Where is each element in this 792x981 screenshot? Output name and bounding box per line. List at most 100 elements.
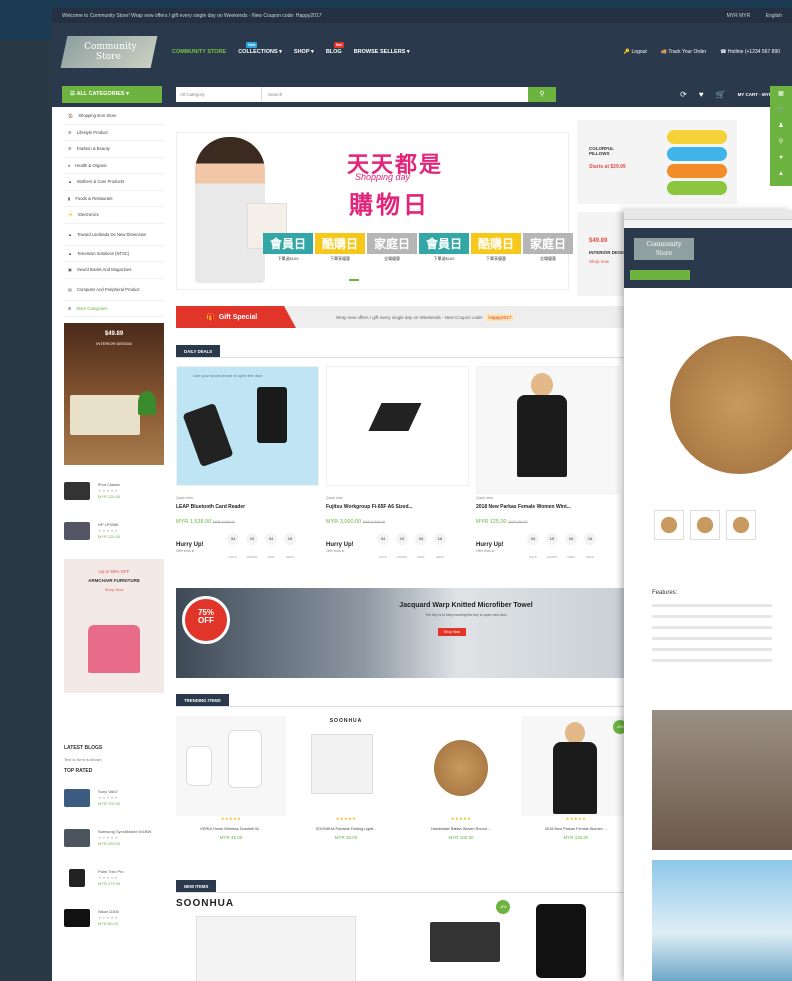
hero-banner[interactable]: 天天都是 Shopping day 購物日 會員日 下單送$100 酷購日 下單享優… <box>176 132 573 290</box>
trending-heading: TRENDING ITEMS <box>176 694 229 706</box>
search-icon[interactable]: ⚲ <box>770 134 792 150</box>
more-categories-link[interactable]: ⊞ More Categories <box>64 301 164 317</box>
sidebar: 🏠 Shopping Item Store ⚙ Lifestyle Product … <box>64 108 164 938</box>
product-image: SOONHUA <box>291 716 401 816</box>
menu-item[interactable]: ⚡ Electronics <box>64 207 164 224</box>
product-image <box>326 366 469 486</box>
product-card[interactable]: SOONHUA ★★★★★ SOONHUA Portable Folding L… <box>291 716 401 840</box>
mini-categories <box>630 270 690 280</box>
menu-item[interactable]: 🏠 Shopping Item Store <box>64 108 164 125</box>
promo-price: $49.89 <box>104 331 124 337</box>
product-image: -8% <box>521 716 631 816</box>
search-input[interactable]: Search <box>262 92 528 97</box>
header: Community Store COMMUNITY STORE New COLLE… <box>52 23 792 81</box>
menu-item[interactable]: ▲ Television Solutions (NTSC) <box>64 246 164 262</box>
product-image <box>406 716 516 816</box>
countdown: Hurry Up! Offer ends in: 34 DAYS 15 HOURS 3… <box>326 533 469 563</box>
menu-item[interactable]: ▮ Foods & Restaurant <box>64 191 164 207</box>
gift-special-label: 🎁 Gift Special <box>176 306 296 328</box>
top-bar: Welcome to Community Store! Wrap new off… <box>52 8 792 23</box>
compare-icon[interactable]: ⟳ <box>680 90 687 99</box>
shop-now-link[interactable]: Shop Now <box>64 587 164 592</box>
menu-item[interactable]: ▲ Toward Lambada De New Dimension <box>64 224 164 246</box>
heart-icon[interactable]: ♥ <box>699 90 704 99</box>
interior-design-promo[interactable]: $49.89 INTERIOR DESIGN <box>64 323 164 465</box>
menu-item[interactable]: ⚙ Fashion & Beauty <box>64 141 164 158</box>
product-image <box>476 366 619 494</box>
rated-product[interactable]: Sony VAIO ★★★★★ MYR 700.00 <box>64 778 164 818</box>
hotline: ☎ Hotline (+1234 567 890 <box>720 49 780 55</box>
logout-link[interactable]: 🔑 Logout <box>624 49 647 55</box>
arrow-up-icon[interactable]: ▲ <box>770 166 792 182</box>
deal-card[interactable]: Quick view 2018 New Parkas Female Women … <box>476 366 619 563</box>
thumbnail-strip <box>654 510 762 540</box>
slider-dot[interactable] <box>349 279 359 281</box>
day-tile: 家庭日 全場優惠 <box>367 233 417 267</box>
gift-message: Wrap new offers / gift every single day … <box>336 313 514 321</box>
thumbnail[interactable] <box>654 510 684 540</box>
nav-community-store[interactable]: COMMUNITY STORE <box>172 49 226 55</box>
language-select[interactable]: English <box>766 13 782 19</box>
logo[interactable]: Community Store <box>60 36 158 68</box>
search-icon[interactable]: ⚲ <box>528 86 556 102</box>
menu-item[interactable]: ▲ Mothers & Care Products <box>64 174 164 191</box>
cart-icon[interactable]: 🛒 <box>770 102 792 118</box>
daily-deals-heading: DAILY DEALS <box>176 345 221 357</box>
table-image <box>70 395 140 435</box>
day-tile: 家庭日 全場優惠 <box>523 233 573 267</box>
rattan-bag-image <box>664 330 792 480</box>
category-select[interactable]: All Category <box>176 86 262 102</box>
towel-subtitle: The key is to keep working the key to op… <box>425 613 507 617</box>
search-row: ☰ ALL CATEGORIES ▾ All Category Search ⚲… <box>52 81 792 107</box>
product-thumbnail <box>64 522 90 540</box>
nav-collections[interactable]: New COLLECTIONS ▾ <box>238 42 282 55</box>
day-tile: 會員日 下單送$100 <box>263 233 313 267</box>
nav-blog[interactable]: Hot BLOG <box>326 42 344 55</box>
sidebar-product[interactable]: iPod Classic ★★★★★ MYR 120.00 <box>64 471 164 511</box>
countdown: Hurry Up! Offer ends in: 34 DAYS 15 HOURS 3… <box>176 533 319 563</box>
product-card[interactable]: -8% ★★★★★ 2018 New Parkas Female Women .… <box>521 716 631 840</box>
screenshot-collage: Welcome to Community Store! Wrap new off… <box>0 0 792 981</box>
rated-product[interactable]: Palm Treo Pro ★★★★★ MYR 279.99 <box>64 858 164 898</box>
header-icons: ⟳ ♥ 🛒 MY CART - MYR 0.00 <box>668 90 782 99</box>
trending-items: ★★★★★ KERUI Home Wireless Doorbell W... … <box>176 716 646 840</box>
promo-days: 會員日 下單送$100 酷購日 下單享優惠 家庭日 全場優惠 會員日 下單送$100 酷… <box>263 233 575 267</box>
currency-select[interactable]: MYR MYR <box>727 13 751 19</box>
deal-card[interactable]: Quick view Fujitsu Workgroup Fi-65F A6 S… <box>326 366 469 563</box>
cart-icon[interactable]: 🛒 <box>716 90 726 99</box>
menu-item[interactable]: ▤ Computer And Peripheral Product <box>64 279 164 301</box>
menu-item[interactable]: ⚙ Lifestyle Product <box>64 125 164 141</box>
promo-title: INTERIOR DESIGN <box>96 341 132 346</box>
header-links: 🔑 Logout 🚚 Track Your Order ☎ Hotline (+… <box>610 49 780 55</box>
thumbnail[interactable] <box>690 510 720 540</box>
pillows-banner[interactable]: COLORFUL PILLOWS Starts at $29.99 <box>577 120 737 204</box>
product-card[interactable]: ★★★★★ Handmade Rattan Woven Round ... MY… <box>406 716 516 840</box>
sidebar-product[interactable]: HP LP3065 ★★★★★ MYR 120.00 <box>64 511 164 551</box>
gift-icon: 🎁 <box>206 314 215 321</box>
product-page-screenshot: Community Store Features: <box>624 210 792 981</box>
daily-deals: Use your smart phone to open the door Qu… <box>176 366 646 563</box>
address-bar <box>624 220 792 228</box>
nav-shop[interactable]: SHOP ▾ <box>294 49 314 55</box>
user-icon[interactable]: ♟ <box>770 118 792 134</box>
product-image: Use your smart phone to open the door <box>176 366 319 486</box>
menu-item[interactable]: ▣ Sword Books And Magazines <box>64 262 164 279</box>
product-card[interactable]: ★★★★★ KERUI Home Wireless Doorbell W... … <box>176 716 286 840</box>
heart-icon[interactable]: ♥ <box>770 150 792 166</box>
nav-browse-sellers[interactable]: BROWSE SELLERS ▾ <box>354 49 410 55</box>
rated-product[interactable]: Nikon D300 ★★★★★ MYR 80.00 <box>64 898 164 938</box>
all-categories-button[interactable]: ☰ ALL CATEGORIES ▾ <box>62 85 162 103</box>
hero-title-2: 購物日 <box>349 192 430 219</box>
day-tile: 酷購日 下單享優惠 <box>471 233 521 267</box>
armchair-promo[interactable]: Up to 50% OFF ARMCHAIR FURNITURE Shop No… <box>64 559 164 693</box>
thumbnail[interactable] <box>726 510 756 540</box>
deal-card[interactable]: Use your smart phone to open the door Qu… <box>176 366 319 563</box>
track-order-link[interactable]: 🚚 Track Your Order <box>661 49 706 55</box>
shop-now-button[interactable]: Shop Now <box>438 628 466 636</box>
product-thumbnail <box>64 482 90 500</box>
welcome-text: Welcome to Community Store! Wrap new off… <box>62 12 322 19</box>
towel-banner[interactable]: 75% OFF Jacquard Warp Knitted Microfiber … <box>176 588 646 678</box>
menu-item[interactable]: ♦ Health & Organic <box>64 158 164 174</box>
rated-product[interactable]: Samsung SyncMaster 941BW ★★★★★ MYR 255.00 <box>64 818 164 858</box>
grid-icon[interactable]: ▦ <box>770 86 792 102</box>
